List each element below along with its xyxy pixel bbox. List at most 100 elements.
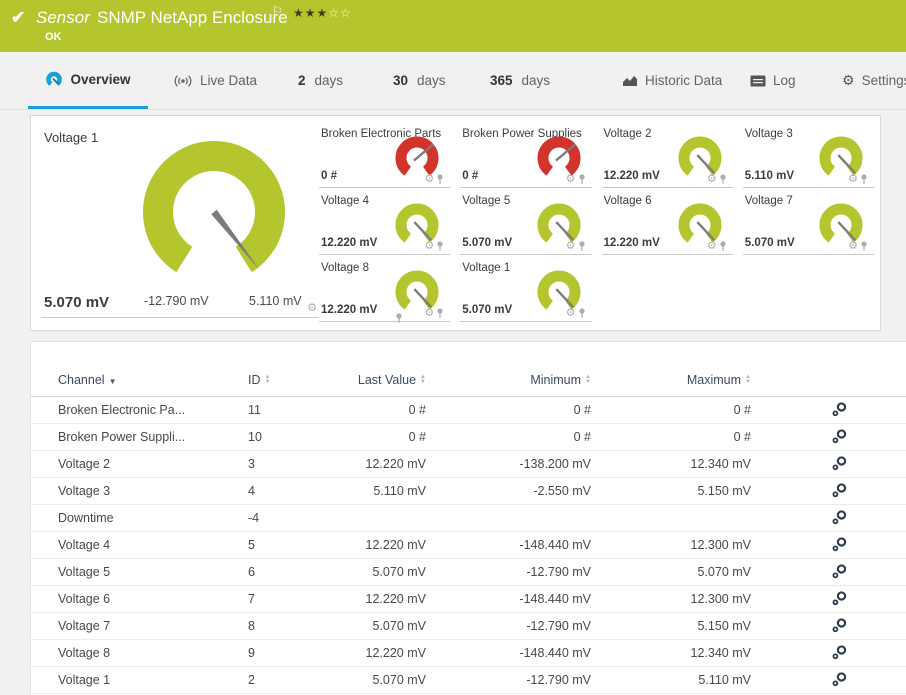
status-badge: OK <box>45 31 62 43</box>
cell-maximum: 5.150 mV <box>697 484 751 498</box>
cell-channel[interactable]: Voltage 4 <box>58 538 238 552</box>
cell-channel[interactable]: Broken Power Suppli... <box>58 430 238 444</box>
tab-30-days[interactable]: 30 days <box>393 52 446 109</box>
pin-icon[interactable] <box>719 174 727 185</box>
page-title: SNMP NetApp Enclosure <box>97 8 288 27</box>
sort-icon: ▲ ▼ <box>420 374 426 385</box>
gauge-settings-gear-icon[interactable]: ⚙ <box>566 174 576 185</box>
gauge-value: 5.110 mV <box>744 170 794 182</box>
channel-settings-icon[interactable] <box>819 591 859 609</box>
gauge-cell-voltage-4[interactable]: Voltage 4 12.220 mV ⚙ <box>319 189 451 255</box>
tab-number: 2 <box>298 73 306 88</box>
channel-settings-icon[interactable] <box>819 537 859 555</box>
gauge-settings-gear-icon[interactable]: ⚙ <box>566 308 576 319</box>
cell-channel[interactable]: Voltage 7 <box>58 619 238 633</box>
channel-settings-icon[interactable] <box>819 645 859 663</box>
cell-id: 11 <box>248 403 261 417</box>
cell-id: 3 <box>248 457 255 471</box>
stars-filled[interactable]: ★★★ <box>293 6 328 20</box>
gauge-cell-voltage-1[interactable]: Voltage 1 5.070 mV ⚙ <box>460 256 592 322</box>
cell-minimum: -12.790 mV <box>526 673 591 687</box>
tab-2-days[interactable]: 2 days <box>298 52 343 109</box>
gauge-settings-gear-icon[interactable]: ⚙ <box>707 174 717 185</box>
column-header-last-value[interactable]: Last Value ▲ ▼ <box>311 373 426 387</box>
pin-icon[interactable] <box>578 174 586 185</box>
cell-channel[interactable]: Downtime <box>58 511 238 525</box>
pin-icon[interactable] <box>436 241 444 252</box>
channel-settings-icon[interactable] <box>819 456 859 474</box>
cell-channel[interactable]: Voltage 3 <box>58 484 238 498</box>
channel-settings-icon[interactable] <box>819 618 859 636</box>
cell-id: 5 <box>248 538 255 552</box>
gauge-settings-gear-icon[interactable]: ⚙ <box>566 241 576 252</box>
cell-id: 7 <box>248 592 255 606</box>
table-header-row: Channel ▼ ID ▲ ▼ Last Value ▲ ▼ Minimum ▲ ▼ Max… <box>31 366 906 397</box>
tab-label: days <box>521 73 551 88</box>
gauge-settings-gear-icon[interactable]: ⚙ <box>424 241 434 252</box>
cell-channel[interactable]: Voltage 2 <box>58 457 238 471</box>
cell-maximum: 12.300 mV <box>690 592 751 606</box>
gauge-settings-gear-icon[interactable]: ⚙ <box>307 303 317 314</box>
cell-id: 6 <box>248 565 255 579</box>
gauge-settings-gear-icon[interactable]: ⚙ <box>424 174 434 185</box>
tab-label: Overview <box>70 71 131 87</box>
gauge-value: 5.070 mV <box>44 294 110 311</box>
stars-empty[interactable]: ☆☆ <box>328 6 352 20</box>
cell-channel[interactable]: Voltage 5 <box>58 565 238 579</box>
gauge-cell-voltage-7[interactable]: Voltage 7 5.070 mV ⚙ <box>742 189 874 255</box>
column-header-channel[interactable]: Channel ▼ <box>58 373 238 387</box>
gauge-cell-voltage-8[interactable]: Voltage 8 12.220 mV ⚙ <box>319 256 451 322</box>
channel-settings-icon[interactable] <box>819 429 859 447</box>
gauges-panel: Voltage 1 5.070 mV -12.790 mV 5.110 mV ⚙… <box>30 115 881 331</box>
column-header-id[interactable]: ID ▲ ▼ <box>248 373 308 387</box>
pin-icon[interactable] <box>860 174 868 185</box>
pin-icon[interactable] <box>860 241 868 252</box>
pin-icon[interactable] <box>436 308 444 319</box>
tab-365-days[interactable]: 365 days <box>490 52 550 109</box>
sort-icon: ▲ ▼ <box>745 374 751 385</box>
gauge-settings-gear-icon[interactable]: ⚙ <box>707 241 717 252</box>
pin-icon[interactable] <box>719 241 727 252</box>
column-header-maximum[interactable]: Maximum ▲ ▼ <box>641 373 751 387</box>
column-header-minimum[interactable]: Minimum ▲ ▼ <box>451 373 591 387</box>
cell-channel[interactable]: Broken Electronic Pa... <box>58 403 238 417</box>
pin-icon[interactable] <box>436 174 444 185</box>
channel-settings-icon[interactable] <box>819 672 859 690</box>
gauge-settings-gear-icon[interactable]: ⚙ <box>848 241 858 252</box>
gauge-cell-broken-electronic-parts[interactable]: Broken Electronic Parts 0 # ⚙ <box>319 122 451 188</box>
channel-settings-icon[interactable] <box>819 483 859 501</box>
channel-settings-icon[interactable] <box>819 402 859 420</box>
primary-gauge-cell[interactable]: Voltage 1 5.070 mV -12.790 mV 5.110 mV ⚙ <box>41 122 402 323</box>
gauge-cell-voltage-6[interactable]: Voltage 6 12.220 mV ⚙ <box>601 189 733 255</box>
channel-settings-icon[interactable] <box>819 510 859 528</box>
tab-settings[interactable]: ⚙ Settings <box>842 52 906 109</box>
gauge-title: Voltage 1 <box>462 262 511 274</box>
flag-icon[interactable]: ⚐ <box>272 4 283 18</box>
gauge-value: 12.220 mV <box>321 237 378 249</box>
priority-rating[interactable]: ★★★☆☆ <box>293 6 352 20</box>
gauge-cell-voltage-3[interactable]: Voltage 3 5.110 mV ⚙ <box>742 122 874 188</box>
cell-minimum: -12.790 mV <box>526 565 591 579</box>
tab-overview[interactable]: Overview <box>28 52 148 109</box>
cell-channel[interactable]: Voltage 1 <box>58 673 238 687</box>
gauge-cell-voltage-5[interactable]: Voltage 5 5.070 mV ⚙ <box>460 189 592 255</box>
gauge-settings-gear-icon[interactable]: ⚙ <box>424 308 434 319</box>
cell-minimum: -138.200 mV <box>519 457 591 471</box>
cell-id: 2 <box>248 673 255 687</box>
cell-id: 9 <box>248 646 255 660</box>
pin-icon[interactable] <box>578 308 586 319</box>
cell-last-value: 5.110 mV <box>373 484 426 498</box>
gauge-value: 0 # <box>321 170 337 182</box>
broadcast-icon <box>174 74 192 87</box>
cell-channel[interactable]: Voltage 6 <box>58 592 238 606</box>
pin-icon[interactable] <box>578 241 586 252</box>
gauge-cell-broken-power-supplies[interactable]: Broken Power Supplies 0 # ⚙ <box>460 122 592 188</box>
tab-historic-data[interactable]: Historic Data <box>622 52 722 109</box>
channel-settings-icon[interactable] <box>819 564 859 582</box>
gauge-settings-gear-icon[interactable]: ⚙ <box>848 174 858 185</box>
table-row: Voltage 5 6 5.070 mV -12.790 mV 5.070 mV <box>31 559 906 586</box>
cell-channel[interactable]: Voltage 8 <box>58 646 238 660</box>
tab-live-data[interactable]: Live Data <box>173 52 257 109</box>
tab-log[interactable]: Log <box>750 52 796 109</box>
gauge-cell-voltage-2[interactable]: Voltage 2 12.220 mV ⚙ <box>601 122 733 188</box>
